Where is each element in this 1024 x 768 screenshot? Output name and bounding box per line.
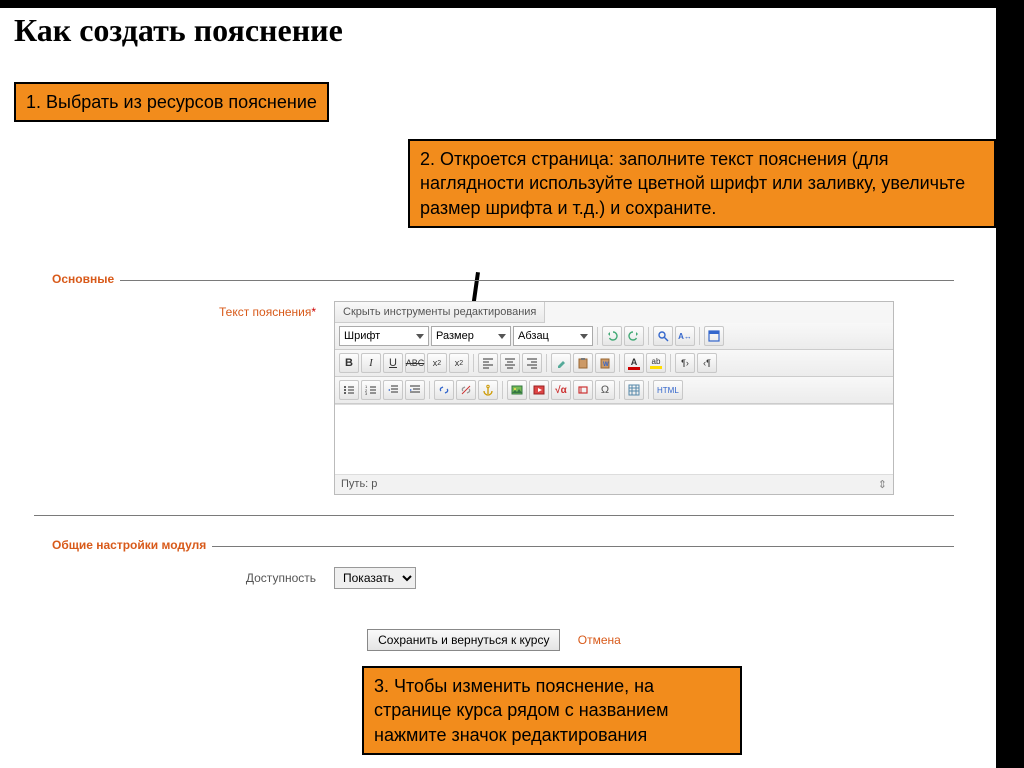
separator [619, 381, 620, 399]
callout-step-2: 2. Откроется страница: заполните текст п… [408, 139, 996, 228]
cleanup-button[interactable] [551, 353, 571, 373]
svg-text:W: W [603, 362, 609, 368]
cancel-link[interactable]: Отмена [578, 633, 621, 647]
editor-toolbar-row-2: B I U ABC x2 x2 W [335, 350, 893, 377]
align-right-button[interactable] [522, 353, 542, 373]
link-button[interactable] [434, 380, 454, 400]
callout-step-1: 1. Выбрать из ресурсов пояснение [14, 82, 329, 122]
replace-button[interactable]: A↔ [675, 326, 695, 346]
rtl-button[interactable]: ‹¶ [697, 353, 717, 373]
editor-toolbar-row-3: 123 √α Ω [335, 377, 893, 404]
font-size-select[interactable]: Размер [431, 326, 511, 346]
indent-button[interactable] [405, 380, 425, 400]
bold-button[interactable]: B [339, 353, 359, 373]
save-return-button[interactable]: Сохранить и вернуться к курсу [367, 629, 560, 651]
number-list-button[interactable]: 123 [361, 380, 381, 400]
separator [699, 327, 700, 345]
unlink-button[interactable] [456, 380, 476, 400]
underline-button[interactable]: U [383, 353, 403, 373]
required-mark: * [311, 305, 316, 319]
paragraph-format-select[interactable]: Абзац [513, 326, 593, 346]
hide-tools-button[interactable]: Скрыть инструменты редактирования [335, 302, 545, 323]
table-button[interactable] [624, 380, 644, 400]
redo-button[interactable] [624, 326, 644, 346]
undo-button[interactable] [602, 326, 622, 346]
separator [429, 381, 430, 399]
label-explanation-text-value: Текст пояснения [219, 305, 311, 319]
page-title: Как создать пояснение [14, 12, 343, 49]
ltr-button[interactable]: ¶› [675, 353, 695, 373]
fieldset-main: Основные Текст пояснения* Скрыть инструм… [34, 280, 954, 516]
editor-textarea[interactable] [335, 404, 893, 474]
fullscreen-button[interactable] [704, 326, 724, 346]
separator [670, 354, 671, 372]
equation-button[interactable]: √α [551, 380, 571, 400]
form-area: Основные Текст пояснения* Скрыть инструм… [34, 280, 954, 651]
superscript-button[interactable]: x2 [449, 353, 469, 373]
align-left-button[interactable] [478, 353, 498, 373]
decoration-top-stripe [0, 0, 996, 8]
callout-step-3: 3. Чтобы изменить пояснение, на странице… [362, 666, 742, 755]
separator [619, 354, 620, 372]
media-button[interactable] [529, 380, 549, 400]
editor-resize-handle[interactable]: ⇕ [878, 478, 887, 491]
anchor-button[interactable] [478, 380, 498, 400]
subscript-button[interactable]: x2 [427, 353, 447, 373]
italic-button[interactable]: I [361, 353, 381, 373]
separator [648, 327, 649, 345]
nonbreaking-button[interactable] [573, 380, 593, 400]
action-row: Сохранить и вернуться к курсу Отмена [34, 629, 954, 651]
html-source-button[interactable]: HTML [653, 380, 683, 400]
outdent-button[interactable] [383, 380, 403, 400]
paste-text-button[interactable] [573, 353, 593, 373]
fieldset-common-legend: Общие настройки модуля [34, 538, 212, 552]
svg-text:3: 3 [365, 391, 368, 396]
visibility-select[interactable]: Показать [334, 567, 416, 589]
label-explanation-text: Текст пояснения* [34, 301, 334, 319]
text-color-button[interactable]: A [624, 353, 644, 373]
separator [546, 354, 547, 372]
decoration-right-stripe [996, 0, 1024, 768]
separator [473, 354, 474, 372]
bullet-list-button[interactable] [339, 380, 359, 400]
rich-text-editor: Скрыть инструменты редактирования Шрифт … [334, 301, 894, 495]
editor-toolbar-row-1: Шрифт Размер Абзац A↔ [335, 323, 893, 350]
label-visibility: Доступность [34, 567, 334, 585]
fieldset-common-settings: Общие настройки модуля Доступность Показ… [34, 546, 954, 599]
charmap-button[interactable]: Ω [595, 380, 615, 400]
font-family-select[interactable]: Шрифт [339, 326, 429, 346]
separator [597, 327, 598, 345]
paste-word-button[interactable]: W [595, 353, 615, 373]
strikethrough-button[interactable]: ABC [405, 353, 425, 373]
editor-path-label: Путь: p [341, 478, 377, 491]
find-button[interactable] [653, 326, 673, 346]
separator [502, 381, 503, 399]
bg-color-button[interactable]: ab [646, 353, 666, 373]
separator [648, 381, 649, 399]
image-button[interactable] [507, 380, 527, 400]
align-center-button[interactable] [500, 353, 520, 373]
fieldset-main-legend: Основные [34, 272, 120, 286]
